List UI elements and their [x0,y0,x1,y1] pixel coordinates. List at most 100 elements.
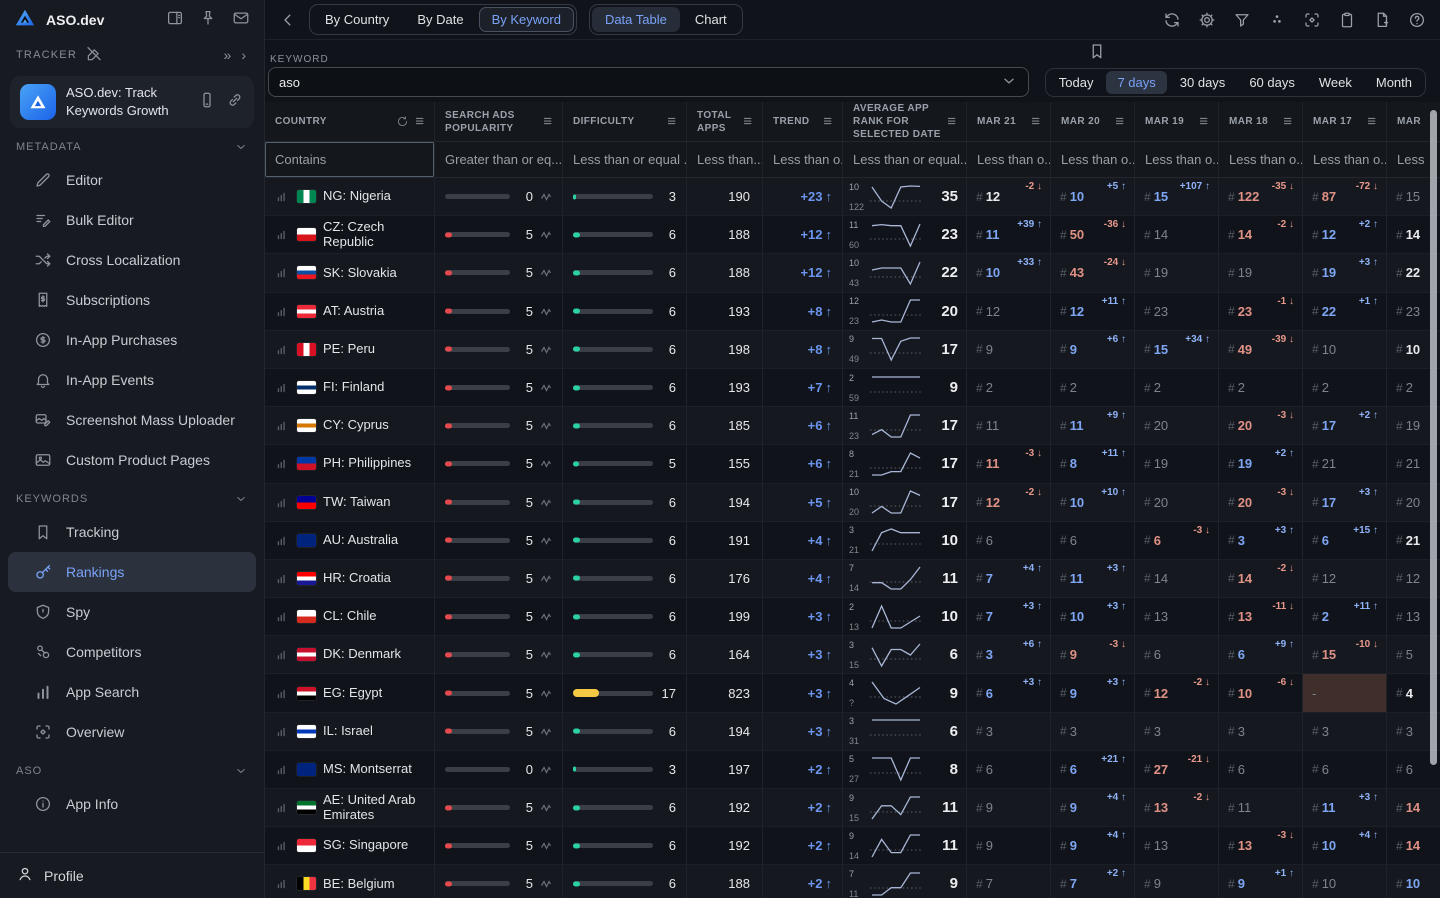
column-menu-icon[interactable]: ≡ [1199,114,1208,129]
table-row[interactable]: SG: Singapore 5 6 192 +2 ↑ 9 14 11 #9 #9 +4 ↑ #13 #13… [265,827,1440,866]
table-row[interactable]: AE: United Arab Emirates 5 6 192 +2 ↑ 9 15 11 #9 #… [265,789,1440,828]
tab-by-date[interactable]: By Date [404,7,476,32]
table-row[interactable]: SK: Slovakia 5 6 188 +12 ↑ 10 43 22 #10 +33 ↑ #43 -2… [265,254,1440,293]
table-row[interactable]: NG: Nigeria 0 3 190 +23 ↑ 10 122 35 #12 -2 ↓ #10 +5 … [265,178,1440,217]
column-header-country[interactable]: COUNTRY ≡ [265,102,435,141]
table-row[interactable]: BE: Belgium 5 6 188 +2 ↑ 7 11 9 #7 #7 +2 ↑ #9 #9 +1 ↑ #… [265,865,1440,898]
scan-button[interactable] [1303,11,1321,29]
column-menu-icon[interactable]: ≡ [1367,114,1376,129]
profile-button[interactable]: Profile [0,852,264,898]
column-menu-icon[interactable]: ≡ [1283,114,1292,129]
filter-button[interactable] [1233,11,1251,29]
sidebar-item-screenshot-mass-uploader[interactable]: Screenshot Mass Uploader [8,400,256,440]
tab-by-country[interactable]: By Country [312,7,402,32]
range-7-days[interactable]: 7 days [1106,70,1167,94]
filter-mar21[interactable]: Less than o... [967,142,1051,177]
sidebar-item-in-app-purchases[interactable]: In-App Purchases [8,320,256,360]
mail-icon[interactable] [232,9,250,32]
tracked-app-card[interactable]: ASO.dev: Track Keywords Growth [10,76,254,128]
back-button[interactable] [279,11,297,29]
table-row[interactable]: EG: Egypt 5 17 823 +3 ↑ 4? 9 #6 +3 ↑ #9 +3 ↑ #12 -2 ↓… [265,674,1440,713]
section-header-keywords[interactable]: KEYWORDS [0,480,264,512]
filter-avg_rank[interactable]: Less than or equal... [843,142,967,177]
column-header-trend[interactable]: TREND ≡ [763,102,843,141]
link-icon[interactable] [226,91,244,114]
column-header-mar20[interactable]: MAR 20 ≡ [1051,102,1135,141]
help-button[interactable] [1408,11,1426,29]
sidebar-item-rankings[interactable]: Rankings [8,552,256,592]
column-header-popularity[interactable]: SEARCH ADS POPULARITY ≡ [435,102,563,141]
keyword-select[interactable]: aso [268,67,1029,97]
filter-mar18[interactable]: Less than o... [1219,142,1303,177]
range-month[interactable]: Month [1365,71,1423,94]
range-week[interactable]: Week [1308,71,1363,94]
column-header-total_apps[interactable]: TOTAL APPS ≡ [687,102,763,141]
tab-by-keyword[interactable]: By Keyword [478,7,574,32]
column-menu-icon[interactable]: ≡ [947,114,956,129]
refresh-column-icon[interactable] [396,115,409,128]
filter-country[interactable]: Contains [265,142,435,177]
table-row[interactable]: FI: Finland 5 6 193 +7 ↑ 2 59 9 #2 #2 #2 #2 #2 #2 [265,368,1440,408]
filter-total_apps[interactable]: Less than... [687,142,763,177]
tab-data-table[interactable]: Data Table [591,7,680,32]
sidebar-item-overview[interactable]: Overview [8,712,256,752]
filter-mar20[interactable]: Less than o... [1051,142,1135,177]
section-header-metadata[interactable]: METADATA [0,130,264,160]
column-header-mar17[interactable]: MAR 17 ≡ [1303,102,1387,141]
sidebar-item-bulk-editor[interactable]: Bulk Editor [8,200,256,240]
filter-mar17[interactable]: Less than o... [1303,142,1387,177]
table-row[interactable]: IL: Israel 5 6 194 +3 ↑ 3 31 6 #3 #3 #3 #3 #3 #3 [265,712,1440,751]
tab-chart[interactable]: Chart [682,7,740,32]
pen-off-icon[interactable] [85,45,103,66]
vertical-scrollbar[interactable] [1430,110,1437,765]
sidebar-item-in-app-events[interactable]: In-App Events [8,360,256,400]
table-row[interactable]: AU: Australia 5 6 191 +4 ↑ 3 21 10 #6 #6 #6 -3 ↓ #3 +3… [265,521,1440,560]
collapse-all-icon[interactable]: » [224,47,234,63]
sidebar-item-custom-product-pages[interactable]: Custom Product Pages [8,440,256,480]
column-menu-icon[interactable]: ≡ [743,114,752,129]
table-row[interactable]: DK: Denmark 5 6 164 +3 ↑ 3 15 6 #3 +6 ↑ #9 -3 ↓ #6 #6 +… [265,636,1440,675]
column-menu-icon[interactable]: ≡ [1031,114,1040,129]
sidebar-item-competitors[interactable]: Competitors [8,632,256,672]
device-phone-icon[interactable] [198,91,216,114]
column-menu-icon[interactable]: ≡ [415,114,424,129]
range-today[interactable]: Today [1048,71,1105,94]
column-menu-icon[interactable]: ≡ [1115,114,1124,129]
column-header-mar18[interactable]: MAR 18 ≡ [1219,102,1303,141]
sidebar-item-tracking[interactable]: Tracking [8,512,256,552]
sidebar-item-cross-localization[interactable]: Cross Localization [8,240,256,280]
filter-mar19[interactable]: Less than o... [1135,142,1219,177]
expand-panel-icon[interactable]: › [241,47,248,63]
panel-toggle-icon[interactable] [166,9,184,32]
table-row[interactable]: CY: Cyprus 5 6 185 +6 ↑ 11 23 17 #11 #11 +9 ↑ #20 #20… [265,407,1440,446]
sidebar-item-app-info[interactable]: App Info [8,784,256,824]
table-row[interactable]: HR: Croatia 5 6 176 +4 ↑ 7 14 11 #7 +4 ↑ #11 +3 ↑ #14… [265,559,1440,599]
column-header-avg_rank[interactable]: AVERAGE APP RANK FOR SELECTED DATE ≡ [843,102,967,141]
table-row[interactable]: PH: Philippines 5 5 155 +6 ↑ 8 21 17 #11 -3 ↓ #8 +11… [265,445,1440,484]
range-30-days[interactable]: 30 days [1169,71,1237,94]
sidebar-item-spy[interactable]: Spy [8,592,256,632]
range-60-days[interactable]: 60 days [1238,71,1306,94]
filter-trend[interactable]: Less than o... [763,142,843,177]
sidebar-item-subscriptions[interactable]: Subscriptions [8,280,256,320]
refresh-button[interactable] [1163,11,1181,29]
filter-popularity[interactable]: Greater than or eq... [435,142,563,177]
cluster-button[interactable] [1268,11,1286,29]
settings-button[interactable] [1198,11,1216,29]
column-menu-icon[interactable]: ≡ [543,114,552,129]
section-header-aso[interactable]: ASO [0,752,264,784]
column-menu-icon[interactable]: ≡ [823,114,832,129]
column-menu-icon[interactable]: ≡ [667,114,676,129]
sidebar-item-app-search[interactable]: App Search [8,672,256,712]
column-header-difficulty[interactable]: DIFFICULTY ≡ [563,102,687,141]
filter-difficulty[interactable]: Less than or equal ... [563,142,687,177]
table-row[interactable]: CL: Chile 5 6 199 +3 ↑ 2 13 10 #7 +3 ↑ #10 +3 ↑ #13 #1… [265,598,1440,637]
pin-icon[interactable] [199,9,217,32]
column-header-mar21[interactable]: MAR 21 ≡ [967,102,1051,141]
table-row[interactable]: AT: Austria 5 6 193 +8 ↑ 12 23 20 #12 #12 +11 ↑ #23 #… [265,292,1440,331]
bookmark-keyword-icon[interactable] [1088,42,1106,65]
clipboard-button[interactable] [1338,11,1356,29]
table-row[interactable]: CZ: Czech Republic 5 6 188 +12 ↑ 11 60 23 #11 +39 … [265,216,1440,255]
column-header-mar19[interactable]: MAR 19 ≡ [1135,102,1219,141]
table-row[interactable]: TW: Taiwan 5 6 194 +5 ↑ 10 20 17 #12 -2 ↓ #10 +10 ↑ #… [265,483,1440,522]
